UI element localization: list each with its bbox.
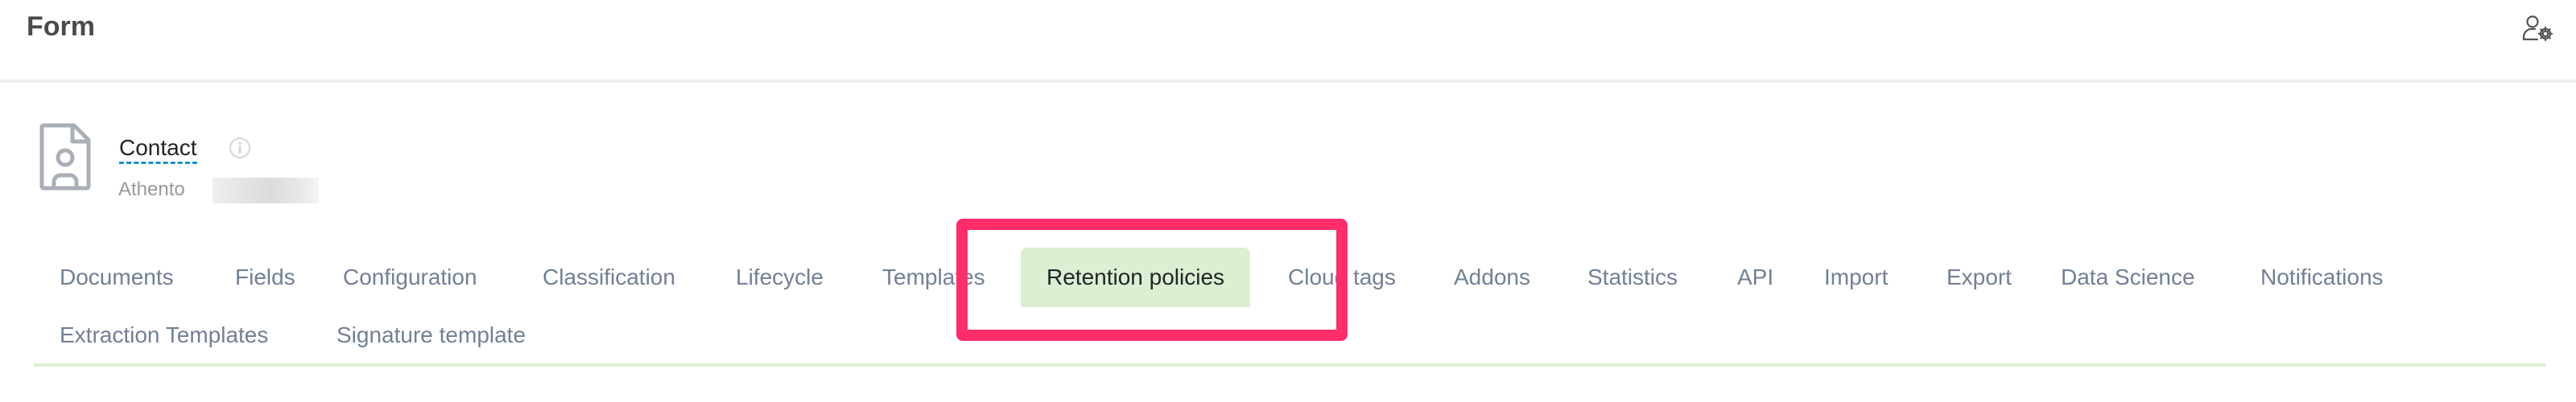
tabs-underline xyxy=(34,363,2545,367)
tab-cloud-tags[interactable]: Cloud tags xyxy=(1262,248,1422,307)
page-header: Form xyxy=(0,0,2576,83)
tab-addons[interactable]: Addons xyxy=(1428,248,1556,307)
tab-templates[interactable]: Templates xyxy=(857,248,1011,307)
header-divider xyxy=(0,80,2576,83)
tab-statistics[interactable]: Statistics xyxy=(1562,248,1703,307)
tab-fields[interactable]: Fields xyxy=(209,248,321,307)
entity-name-link[interactable]: Contact xyxy=(119,135,197,164)
tab-data-science[interactable]: Data Science xyxy=(2035,248,2221,307)
tab-signature-template[interactable]: Signature template xyxy=(311,306,551,365)
page-title: Form xyxy=(27,11,95,42)
entity-owner: Athento xyxy=(118,178,185,200)
tab-notifications[interactable]: Notifications xyxy=(2235,248,2409,307)
tab-extraction-templates[interactable]: Extraction Templates xyxy=(34,306,294,365)
tab-documents[interactable]: Documents xyxy=(34,248,200,307)
tab-retention-policies[interactable]: Retention policies xyxy=(1021,248,1251,307)
redacted-detail xyxy=(213,178,319,203)
tab-classification[interactable]: Classification xyxy=(517,248,701,307)
tab-api[interactable]: API xyxy=(1711,248,1799,307)
user-settings-icon[interactable] xyxy=(2521,14,2555,42)
tab-configuration[interactable]: Configuration xyxy=(317,248,503,307)
info-icon[interactable] xyxy=(229,137,251,159)
tab-lifecycle[interactable]: Lifecycle xyxy=(710,248,849,307)
tab-export[interactable]: Export xyxy=(1921,248,2037,307)
tab-import[interactable]: Import xyxy=(1798,248,1913,307)
file-user-icon xyxy=(39,121,92,191)
